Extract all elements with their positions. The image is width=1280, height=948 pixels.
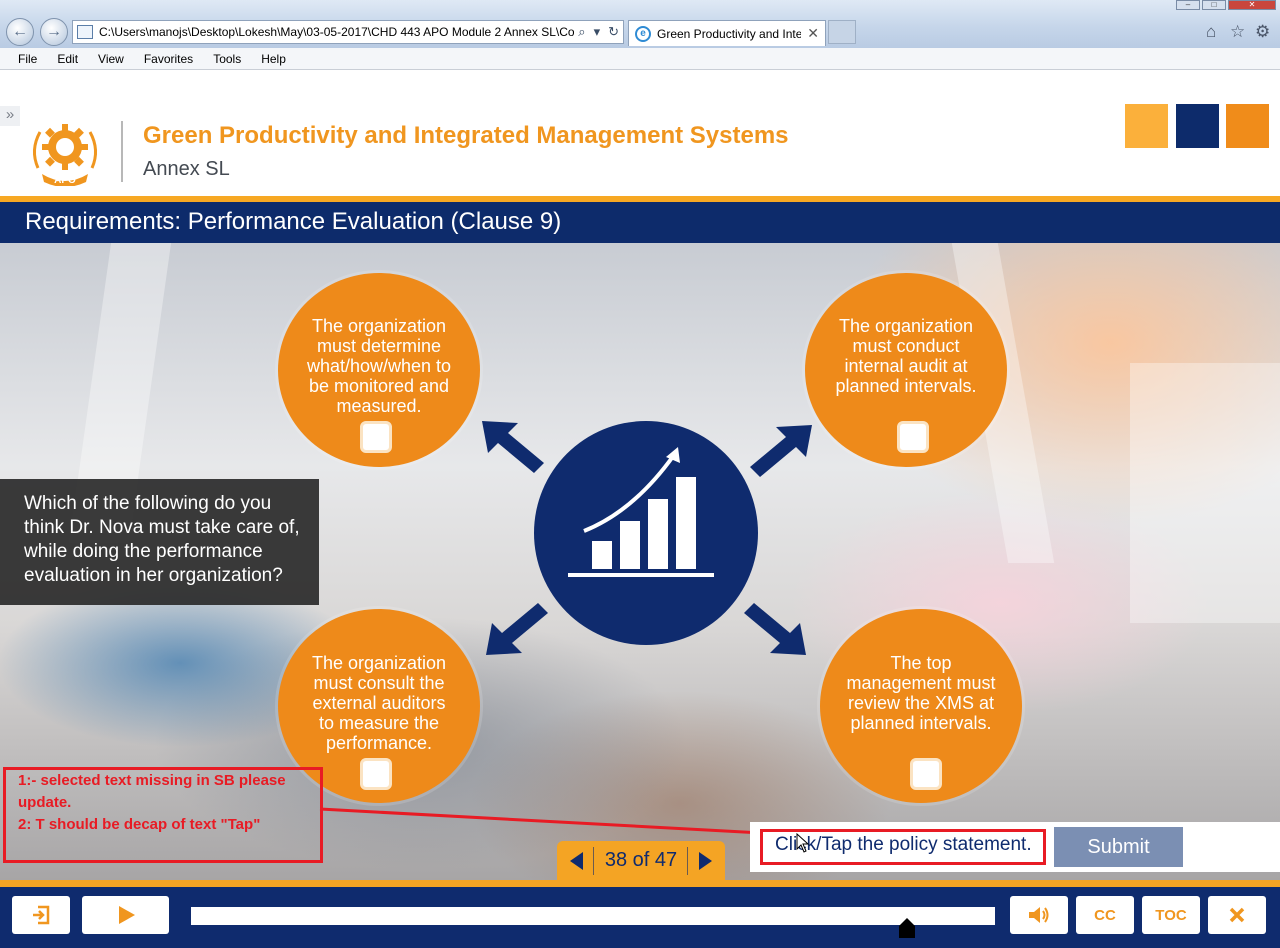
close-icon [1229, 907, 1245, 923]
swatch-orange [1226, 104, 1269, 148]
option-bubble-2[interactable]: The organization must conduct internal a… [805, 273, 1007, 467]
back-button[interactable]: ← [6, 18, 34, 46]
dropdown-icon[interactable]: ▾ [590, 24, 605, 40]
browser-chrome: – □ ✕ ← → C:\Users\manojs\Desktop\Lokesh… [0, 0, 1280, 48]
option-checkbox-1[interactable] [360, 421, 392, 453]
menu-help[interactable]: Help [261, 52, 286, 66]
menu-edit[interactable]: Edit [57, 52, 78, 66]
close-course-button[interactable] [1208, 896, 1266, 934]
option-bubble-1[interactable]: The organization must determine what/how… [278, 273, 480, 467]
page-icon [77, 25, 93, 39]
browser-tab[interactable]: e Green Productivity and Inte... ✕ [628, 20, 826, 46]
speaker-icon [1029, 907, 1049, 923]
annotation-line-1: 1:- selected text missing in SB please u… [18, 772, 286, 811]
mouse-cursor-icon [796, 833, 810, 853]
option-text-2: The organization must conduct internal a… [835, 316, 977, 396]
table-of-contents-button[interactable]: TOC [1142, 896, 1200, 934]
submit-button[interactable]: Submit [1054, 827, 1183, 867]
progress-bar[interactable] [191, 907, 995, 925]
course-title: Green Productivity and Integrated Manage… [143, 122, 789, 149]
favorites-star-icon[interactable]: ☆ [1230, 22, 1245, 42]
back-arrow-icon: ← [12, 23, 28, 40]
option-checkbox-4[interactable] [910, 758, 942, 790]
volume-button[interactable] [1010, 896, 1068, 934]
apo-logo-text: APO [54, 175, 76, 186]
menu-favorites[interactable]: Favorites [144, 52, 193, 66]
center-circle [534, 421, 758, 645]
previous-slide-button[interactable] [567, 850, 587, 872]
minimize-button[interactable]: – [1176, 0, 1200, 10]
new-tab-button[interactable] [828, 20, 856, 44]
option-checkbox-2[interactable] [897, 421, 929, 453]
option-text-1: The organization must determine what/how… [306, 316, 452, 416]
course-subtitle: Annex SL [143, 158, 230, 180]
menu-bar: File Edit View Favorites Tools Help [0, 48, 1280, 70]
background-window [1130, 363, 1280, 623]
address-url[interactable]: C:\Users\manojs\Desktop\Lokesh\May\03-05… [99, 25, 574, 39]
maximize-button[interactable]: □ [1202, 0, 1226, 10]
progress-fill [191, 907, 907, 925]
home-icon[interactable]: ⌂ [1206, 22, 1216, 42]
annotation-line-2: 2: T should be decap of text "Tap" [18, 816, 261, 833]
tab-title: Green Productivity and Inte... [657, 26, 802, 41]
question-box: Which of the following do you think Dr. … [0, 479, 319, 605]
exit-icon [33, 905, 50, 925]
option-bubble-4[interactable]: The top management must review the XMS a… [820, 609, 1022, 803]
play-button[interactable] [82, 896, 169, 934]
settings-gear-icon[interactable]: ⚙ [1255, 22, 1270, 42]
player-accent [0, 880, 1280, 887]
growth-chart-icon [568, 447, 714, 577]
pager-divider [593, 847, 594, 875]
header-divider [121, 121, 123, 182]
progress-handle[interactable] [898, 918, 915, 938]
option-checkbox-3[interactable] [360, 758, 392, 790]
tab-close-icon[interactable]: ✕ [801, 25, 825, 42]
menu-tools[interactable]: Tools [213, 52, 241, 66]
search-icon[interactable]: ⌕ [574, 24, 589, 40]
address-bar[interactable]: C:\Users\manojs\Desktop\Lokesh\May\03-05… [72, 20, 624, 44]
exit-button[interactable] [12, 896, 70, 934]
forward-arrow-icon: → [46, 23, 62, 40]
option-text-4: The top management must review the XMS a… [846, 653, 996, 733]
menu-file[interactable]: File [18, 52, 37, 66]
slide-stage: The organization must determine what/how… [0, 243, 1280, 880]
closed-captions-button[interactable]: CC [1076, 896, 1134, 934]
swatch-light-orange [1125, 104, 1168, 148]
refresh-icon[interactable]: ↻ [604, 24, 623, 40]
swatch-navy [1176, 104, 1219, 148]
play-icon [118, 906, 135, 924]
ie-logo-icon: e [635, 25, 651, 42]
slide-counter: 38 of 47 [604, 849, 678, 871]
slide-title: Requirements: Performance Evaluation (Cl… [25, 208, 562, 235]
apo-logo: APO [33, 124, 97, 186]
pager-divider [687, 847, 688, 875]
next-slide-button[interactable] [695, 850, 715, 872]
option-text-3: The organization must consult the extern… [311, 653, 447, 753]
window-close-button[interactable]: ✕ [1228, 0, 1276, 10]
sidebar-expand-icon[interactable]: » [0, 106, 20, 126]
review-annotation: 1:- selected text missing in SB please u… [3, 767, 323, 863]
slide-pager: 38 of 47 [557, 841, 725, 880]
forward-button[interactable]: → [40, 18, 68, 46]
menu-view[interactable]: View [98, 52, 124, 66]
